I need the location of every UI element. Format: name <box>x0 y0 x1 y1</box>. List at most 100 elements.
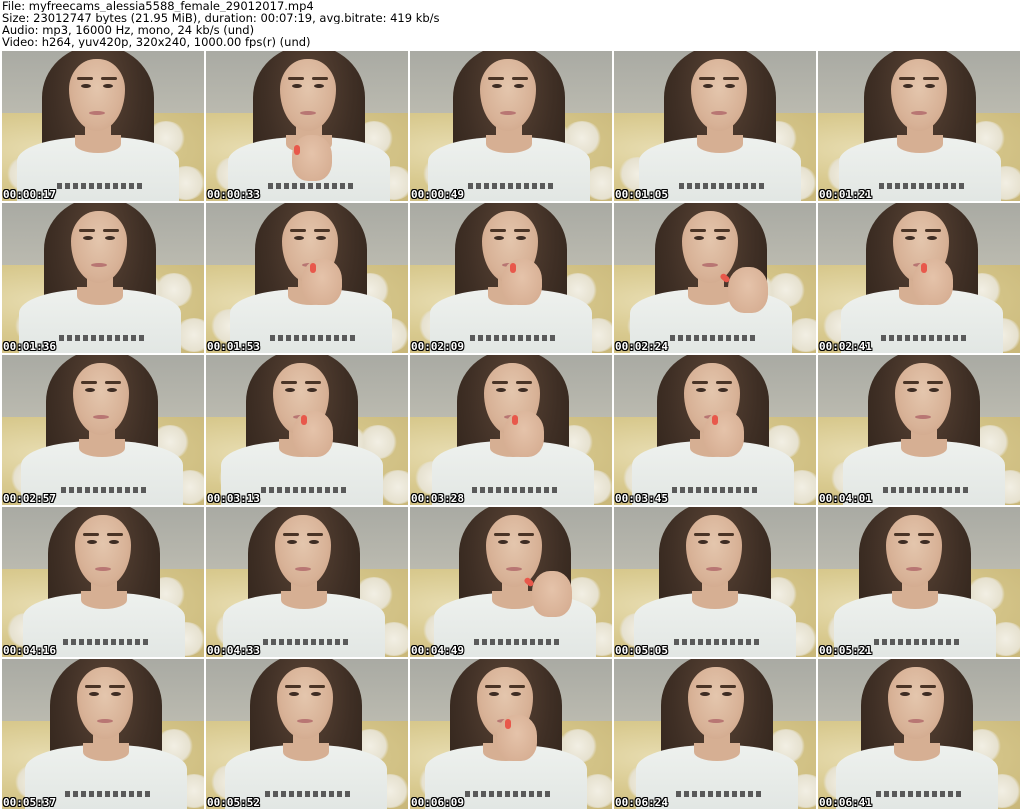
left-eyebrow <box>83 533 99 536</box>
right-eye <box>929 388 939 392</box>
mouth <box>95 567 111 571</box>
audio-info-line: Audio: mp3, 16000 Hz, mono, 24 kb/s (und… <box>2 24 255 36</box>
right-eyebrow <box>305 381 321 384</box>
shirt-print <box>63 639 149 645</box>
shirt-print <box>263 639 349 645</box>
mouth <box>295 567 311 571</box>
mouth <box>500 111 516 115</box>
collar <box>281 591 327 609</box>
collar <box>83 743 129 761</box>
left-eye <box>285 388 295 392</box>
frame-timestamp: 00:05:05 <box>615 644 668 657</box>
thumbnail-frame: 00:02:57 <box>2 355 204 505</box>
painted-nail <box>712 415 718 425</box>
right-eyebrow <box>920 685 936 688</box>
mouth <box>702 263 718 267</box>
frame-timestamp: 00:04:33 <box>207 644 260 657</box>
shirt-print <box>881 335 967 341</box>
right-eye <box>720 540 730 544</box>
thumbnail-frame: 00:00:49 <box>410 51 612 201</box>
shirt-print <box>57 183 143 189</box>
frame-timestamp: 00:06:24 <box>615 796 668 809</box>
left-eye <box>900 692 910 696</box>
thumbnail-frame: 00:06:09 <box>410 659 612 809</box>
right-eye <box>514 84 524 88</box>
left-eye <box>89 692 99 696</box>
collar <box>75 135 121 153</box>
frame-timestamp: 00:03:45 <box>615 492 668 505</box>
shirt-print <box>270 335 356 341</box>
left-eyebrow <box>901 229 917 232</box>
shirt-print <box>679 183 765 189</box>
left-eye <box>294 236 304 240</box>
collar <box>486 135 532 153</box>
right-eyebrow <box>718 533 734 536</box>
right-eyebrow <box>109 685 125 688</box>
left-eye <box>292 84 302 88</box>
right-eye <box>718 388 728 392</box>
collar <box>897 135 943 153</box>
thumbnail-frame: 00:00:33 <box>206 51 408 201</box>
frame-timestamp: 00:00:17 <box>3 188 56 201</box>
left-eye <box>498 540 508 544</box>
shirt-print <box>268 183 354 189</box>
painted-nail <box>512 415 518 425</box>
left-eye <box>287 540 297 544</box>
thumbnail-frame: 00:00:17 <box>2 51 204 201</box>
right-eye <box>927 236 937 240</box>
left-eyebrow <box>696 685 712 688</box>
painted-nail <box>310 263 316 273</box>
frame-timestamp: 00:00:33 <box>207 188 260 201</box>
shirt-print <box>472 487 558 493</box>
frame-timestamp: 00:01:53 <box>207 340 260 353</box>
left-eyebrow <box>288 77 304 80</box>
thumbnail-frame: 00:03:28 <box>410 355 612 505</box>
right-eyebrow <box>925 229 941 232</box>
right-eye <box>309 540 319 544</box>
shirt-print <box>61 487 147 493</box>
left-eye <box>907 388 917 392</box>
shirt-print <box>883 487 969 493</box>
right-eyebrow <box>518 533 534 536</box>
shirt-print <box>470 335 556 341</box>
left-eye <box>489 692 499 696</box>
shirt-print <box>876 791 962 797</box>
video-info-header: File: myfreecams_alessia5588_female_2901… <box>2 0 1022 50</box>
file-size-line: Size: 23012747 bytes (21.95 MiB), durati… <box>2 12 440 24</box>
mouth <box>89 111 105 115</box>
painted-nail <box>921 263 927 273</box>
left-eyebrow <box>285 685 301 688</box>
left-eyebrow <box>485 685 501 688</box>
right-eyebrow <box>309 685 325 688</box>
right-eyebrow <box>312 77 328 80</box>
thumbnail-frame: 00:02:09 <box>410 203 612 353</box>
right-eyebrow <box>509 685 525 688</box>
right-eye <box>109 540 119 544</box>
hand <box>497 715 537 761</box>
left-eyebrow <box>281 381 297 384</box>
frame-timestamp: 00:00:49 <box>411 188 464 201</box>
frame-timestamp: 00:05:52 <box>207 796 260 809</box>
thumbnail-frame: 00:01:36 <box>2 203 204 353</box>
left-eye <box>85 388 95 392</box>
frame-timestamp: 00:02:24 <box>615 340 668 353</box>
thumbnail-frame: 00:05:37 <box>2 659 204 809</box>
left-eyebrow <box>903 381 919 384</box>
left-eye <box>703 84 713 88</box>
thumbnail-frame: 00:03:45 <box>614 355 816 505</box>
mouth <box>93 415 109 419</box>
left-eye <box>492 84 502 88</box>
collar <box>81 591 127 609</box>
frame-timestamp: 00:02:57 <box>3 492 56 505</box>
hand <box>913 259 953 305</box>
left-eye <box>898 540 908 544</box>
left-eye <box>700 692 710 696</box>
thumbnail-frame: 00:01:05 <box>614 51 816 201</box>
left-eyebrow <box>488 77 504 80</box>
hand <box>293 411 333 457</box>
frame-timestamp: 00:04:01 <box>819 492 872 505</box>
right-eye <box>922 692 932 696</box>
thumbnail-frame: 00:04:01 <box>818 355 1020 505</box>
collar <box>692 591 738 609</box>
left-eyebrow <box>492 381 508 384</box>
